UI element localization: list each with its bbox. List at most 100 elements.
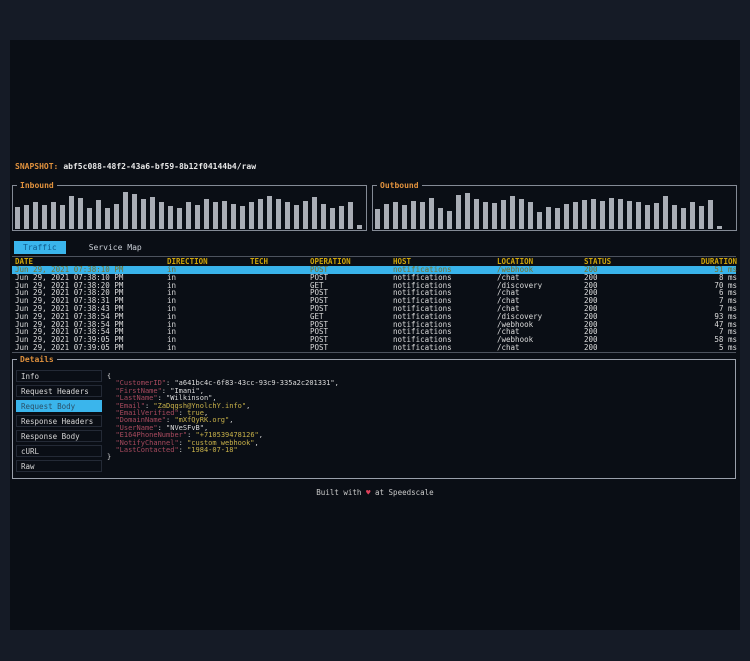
details-menu-item-response-body[interactable]: Response Body xyxy=(16,430,102,442)
traffic-row[interactable]: Jun 29, 2021 07:38:31 PM in POST notificati… xyxy=(12,297,737,305)
histogram-bar xyxy=(456,194,461,229)
traffic-row[interactable]: Jun 29, 2021 07:38:43 PM in POST notificati… xyxy=(12,305,737,313)
cell-location: /webhook xyxy=(497,320,534,329)
histogram-bar xyxy=(429,197,434,229)
histogram-bar xyxy=(402,204,407,229)
histogram-bar xyxy=(159,201,164,229)
tab-traffic[interactable]: Traffic xyxy=(14,241,66,254)
histogram-bar xyxy=(69,196,74,229)
cell-direction: in xyxy=(167,336,177,344)
histogram-bar xyxy=(141,198,146,229)
cell-duration: 58 ms xyxy=(714,336,737,344)
histogram-bar xyxy=(204,198,209,229)
cell-operation: GET xyxy=(310,312,324,321)
histogram-bar xyxy=(708,200,713,229)
json-line: "LastContacted": "1984-07-18" xyxy=(115,446,238,455)
histogram-bar xyxy=(195,204,200,229)
histogram-bar xyxy=(528,201,533,229)
details-menu-item-info[interactable]: Info xyxy=(16,370,102,382)
histogram-bar xyxy=(267,196,272,229)
histogram-bar xyxy=(591,199,596,229)
cell-tech xyxy=(250,313,310,321)
details-menu-item-request-body[interactable]: Request Body xyxy=(16,400,102,412)
traffic-row[interactable]: Jun 29, 2021 07:38:20 PM in GET notificatio… xyxy=(12,281,737,290)
traffic-row[interactable]: Jun 29, 2021 07:38:54 PM in POST notificati… xyxy=(12,320,737,329)
cell-tech xyxy=(250,328,310,336)
cell-operation: POST xyxy=(310,297,329,305)
cell-location: /chat xyxy=(497,328,520,337)
histogram-bar xyxy=(213,202,218,229)
cell-operation: POST xyxy=(310,320,329,329)
cell-location: /webhook xyxy=(497,266,534,274)
cell-operation: POST xyxy=(310,273,329,282)
histogram-bar xyxy=(492,203,497,229)
cell-status: 200 xyxy=(584,328,598,337)
histogram-bar xyxy=(375,209,380,229)
traffic-row[interactable]: Jun 29, 2021 07:38:10 PM in POST notificati… xyxy=(12,273,737,282)
cell-host: notifications xyxy=(393,343,452,352)
footer: Built with ♥ at Speedscale xyxy=(10,488,740,497)
traffic-row[interactable]: Jun 29, 2021 07:38:20 PM in POST notificati… xyxy=(12,289,737,298)
cell-tech xyxy=(250,305,310,313)
json-key: "LastContacted" xyxy=(115,446,179,455)
cell-direction: in xyxy=(167,273,177,282)
histogram-bar xyxy=(15,206,20,229)
traffic-row[interactable]: Jun 29, 2021 07:38:54 PM in GET notificatio… xyxy=(12,312,737,321)
histogram-bar xyxy=(150,196,155,229)
cell-tech xyxy=(250,344,310,352)
histogram-bar xyxy=(51,202,56,229)
cell-operation: POST xyxy=(310,336,329,344)
histogram-bar xyxy=(582,200,587,229)
histogram-bar xyxy=(438,207,443,229)
details-menu: Info Request Headers Request Body Response … xyxy=(16,370,102,475)
cell-status: 200 xyxy=(584,297,598,305)
cell-direction: in xyxy=(167,289,177,298)
cell-tech xyxy=(250,321,310,329)
histogram-bar xyxy=(564,203,569,229)
cell-date: Jun 29, 2021 07:38:31 PM xyxy=(15,297,124,305)
snapshot-value: abf5c088-48f2-43a6-bf59-8b12f04144b4/raw xyxy=(63,162,257,171)
cell-host: notifications xyxy=(393,312,452,321)
cell-status: 200 xyxy=(584,336,598,344)
details-menu-item-request-headers[interactable]: Request Headers xyxy=(16,385,102,397)
histogram-bar xyxy=(618,199,623,229)
histogram-bar xyxy=(447,210,452,229)
histogram-bar xyxy=(168,206,173,229)
histogram-bar xyxy=(357,225,362,229)
histogram-bar xyxy=(222,200,227,229)
traffic-row[interactable]: Jun 29, 2021 07:39:05 PM in POST notificati… xyxy=(12,343,737,352)
column-header-status: STATUS xyxy=(584,257,612,266)
traffic-row[interactable]: Jun 29, 2021 07:38:10 PM in POST notificati… xyxy=(12,266,737,274)
cell-direction: in xyxy=(167,320,177,329)
histogram-bar xyxy=(501,200,506,229)
histogram-bar xyxy=(609,197,614,229)
traffic-row[interactable]: Jun 29, 2021 07:38:54 PM in POST notificati… xyxy=(12,328,737,337)
cell-date: Jun 29, 2021 07:38:54 PM xyxy=(15,328,124,337)
cell-tech xyxy=(250,266,310,274)
histogram-bar xyxy=(303,200,308,229)
cell-date: Jun 29, 2021 07:38:20 PM xyxy=(15,281,124,290)
traffic-row[interactable]: Jun 29, 2021 07:39:05 PM in POST notificati… xyxy=(12,336,737,344)
cell-host: notifications xyxy=(393,336,452,344)
details-panel-title: Details xyxy=(17,355,57,364)
tab-service-map[interactable]: Service Map xyxy=(80,241,151,254)
histogram-bar xyxy=(132,194,137,229)
details-menu-item-curl[interactable]: cURL xyxy=(16,445,102,457)
heart-icon: ♥ xyxy=(365,488,371,497)
histogram-bar xyxy=(555,208,560,229)
details-menu-item-response-headers[interactable]: Response Headers xyxy=(16,415,102,427)
column-header-direction: DIRECTION xyxy=(167,257,208,266)
outbound-chart: Outbound xyxy=(372,181,737,231)
histogram-bar xyxy=(645,205,650,229)
cell-host: notifications xyxy=(393,289,452,298)
histogram-bar xyxy=(33,201,38,229)
details-menu-item-raw[interactable]: Raw xyxy=(16,460,102,472)
histogram-bar xyxy=(186,202,191,229)
cell-host: notifications xyxy=(393,320,452,329)
app-window: SNAPSHOT: abf5c088-48f2-43a6-bf59-8b12f04… xyxy=(10,40,740,630)
cell-duration: 93 ms xyxy=(714,312,737,321)
cell-direction: in xyxy=(167,343,177,352)
histogram-bar xyxy=(636,202,641,229)
cell-duration: 8 ms xyxy=(718,273,737,282)
histogram-bar xyxy=(258,199,263,229)
